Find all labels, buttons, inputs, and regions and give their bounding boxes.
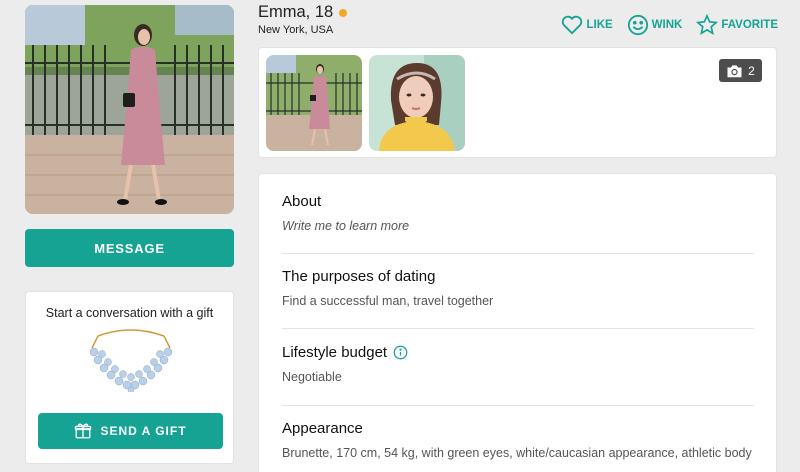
photos-card: 2 [258, 47, 777, 158]
section-about: About Write me to learn more [282, 193, 754, 233]
gift-card: Start a conversation with a gift SEND A … [25, 291, 234, 464]
section-text: Write me to learn more [282, 219, 410, 233]
section-title: Appearance [282, 420, 363, 437]
star-icon [696, 14, 719, 35]
section-title: Lifestyle budget [282, 344, 754, 361]
section-text: Find a successful man, travel together [282, 294, 494, 308]
section-title: The purposes of dating [282, 268, 436, 285]
divider [282, 405, 754, 406]
wink-button[interactable]: WINK [627, 14, 683, 36]
online-status-dot [339, 8, 348, 17]
send-gift-label: SEND A GIFT [100, 424, 187, 438]
smile-icon [627, 14, 648, 36]
like-button[interactable]: LIKE [561, 15, 613, 35]
profile-info-card: About Write me to learn more The purpose… [258, 173, 777, 472]
heart-icon [562, 15, 583, 35]
photo-count: 2 [748, 63, 755, 78]
section-text: Brunette, 170 cm, 54 kg, with green eyes… [282, 446, 752, 460]
profile-actions: LIKE WINK FAVORITE [561, 14, 778, 36]
gift-title: Start a conversation with a gift [45, 306, 214, 320]
message-button[interactable]: MESSAGE [25, 229, 234, 267]
section-text: Negotiable [282, 370, 342, 384]
section-title: About [282, 193, 322, 210]
gift-icon [75, 423, 92, 439]
profile-location: New York, USA [258, 24, 334, 36]
camera-icon [727, 64, 742, 77]
info-icon[interactable] [393, 345, 408, 360]
profile-name-row: Emma, 18 [258, 3, 348, 22]
section-appearance: Appearance Brunette, 170 cm, 54 kg, with… [282, 420, 754, 460]
divider [282, 328, 754, 329]
like-label: LIKE [586, 19, 613, 31]
main-profile-photo[interactable] [25, 5, 234, 214]
favorite-label: FAVORITE [721, 19, 778, 31]
favorite-button[interactable]: FAVORITE [696, 14, 778, 36]
necklace-image [89, 329, 173, 392]
divider [282, 253, 754, 254]
section-purposes: The purposes of dating Find a successful… [282, 268, 754, 308]
section-lifestyle-budget: Lifestyle budget Negotiable [282, 344, 754, 384]
photo-thumbnail[interactable] [369, 55, 465, 151]
photo-count-badge[interactable]: 2 [719, 59, 762, 82]
wink-label: WINK [651, 19, 683, 31]
send-gift-button[interactable]: SEND A GIFT [38, 413, 223, 449]
profile-name: Emma, 18 [258, 3, 334, 21]
photo-thumbnail[interactable] [266, 55, 362, 151]
